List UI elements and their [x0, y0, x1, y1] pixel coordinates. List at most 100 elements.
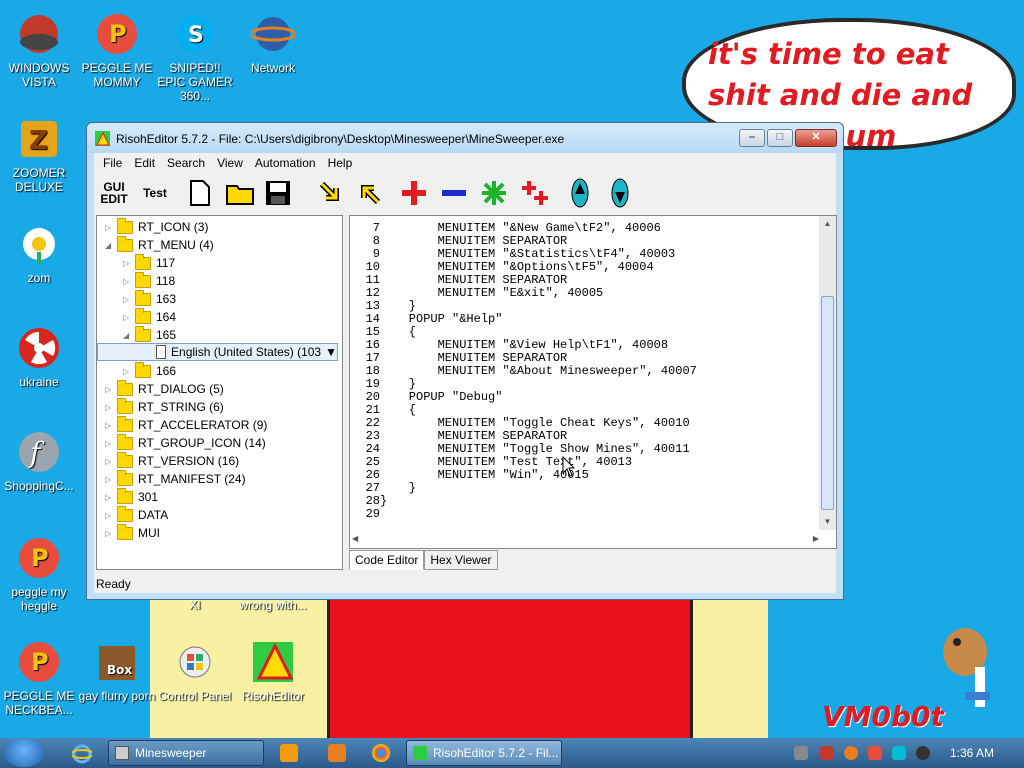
tray-icon-3[interactable]	[844, 746, 858, 760]
folder-icon	[117, 397, 133, 414]
desktop-icon-peggle-me-neckbeard[interactable]: P PEGGLE ME NECKBEA...	[0, 638, 78, 717]
desktop-icon-zom[interactable]: zom	[0, 220, 78, 285]
tree-item[interactable]: ▷ RT_VERSION (16)	[105, 451, 239, 470]
code-text: {	[380, 325, 417, 339]
app-icon[interactable]	[328, 744, 346, 762]
maximize-button[interactable]: □	[767, 129, 793, 147]
star-button[interactable]	[478, 177, 510, 209]
media-player-icon[interactable]	[280, 744, 298, 762]
horizontal-scrollbar[interactable]: ◀ ▶	[350, 531, 821, 548]
tree-item[interactable]: ▷ RT_ACCELERATOR (9)	[105, 415, 267, 434]
tree-item[interactable]: ▷ 118	[123, 271, 175, 290]
tree-item[interactable]: ▷ 163	[123, 289, 176, 308]
tree-item[interactable]: ▷ 166	[123, 361, 177, 380]
remove-button[interactable]	[438, 177, 470, 209]
tree-item[interactable]: ▷ RT_DIALOG (5)	[105, 379, 224, 398]
tray-icon-1[interactable]	[794, 746, 808, 760]
code-editor[interactable]: 7 MENUITEM "&New Game\tF2", 40006 8 MENUI…	[349, 215, 837, 549]
tree-item[interactable]: ▷ DATA	[105, 505, 169, 524]
arrow-up-button[interactable]	[354, 177, 384, 209]
desktop-icon-sniped[interactable]: S SNIPED!! EPIC GAMER 360...	[156, 10, 234, 103]
gui-edit-button[interactable]: GUI EDIT	[98, 177, 130, 209]
tab-code-editor[interactable]: Code Editor	[349, 550, 425, 570]
tab-hex-viewer[interactable]: Hex Viewer	[424, 550, 498, 570]
desktop-icon-label: XI	[189, 598, 201, 612]
mouse-cursor-icon	[562, 456, 576, 477]
menu-automation[interactable]: Automation	[249, 156, 322, 170]
tree-item[interactable]: ▷ RT_GROUP_ICON (14)	[105, 433, 266, 452]
tree-item-selected[interactable]: English (United States) (103 ▼	[97, 343, 338, 361]
tray-icon-5[interactable]	[892, 746, 906, 760]
status-text: Ready	[96, 577, 131, 591]
plus-icon	[402, 181, 426, 205]
scroll-down-icon[interactable]: ▼	[819, 514, 836, 530]
tree-item[interactable]: ▷ 117	[123, 253, 175, 272]
desktop-icon-ukraine[interactable]: ukraine	[0, 324, 78, 389]
desktop-icon-label: Network	[250, 61, 295, 75]
title-bar[interactable]: RisohEditor 5.7.2 - File: C:\Users\digib…	[87, 123, 843, 153]
new-file-button[interactable]	[186, 177, 214, 209]
tray-icon-2[interactable]	[820, 746, 834, 760]
desktop-icon-zoomer-deluxe[interactable]: Z ZOOMER DELUXE	[0, 115, 78, 194]
expand-arrow-icon: ▷	[123, 258, 130, 268]
desktop-icon-gay-flurry[interactable]: Box gay flurry porn	[78, 638, 156, 703]
scroll-right-icon[interactable]: ▶	[813, 534, 819, 543]
clock[interactable]: 1:36 AM	[950, 746, 994, 760]
taskbar-button-risoheditor[interactable]: RisohEditor 5.7.2 - Fil...	[406, 740, 562, 766]
plus-plus-button[interactable]	[518, 177, 552, 209]
control-panel-icon	[171, 638, 219, 686]
taskbar-button-minesweeper[interactable]: Minesweeper	[108, 740, 264, 766]
desktop-icon-shopping[interactable]: f ShoppingC...	[0, 428, 78, 493]
tree-item[interactable]: ◢ 165	[123, 325, 176, 344]
folder-icon	[117, 487, 133, 504]
folder-icon	[117, 217, 133, 234]
open-button[interactable]	[224, 177, 256, 209]
tree-item[interactable]: ▷ 164	[123, 307, 176, 326]
resource-tree[interactable]: ▷ RT_ICON (3) ◢ RT_MENU (4) ▷ 117 ▷ 118 ▷ 163…	[96, 215, 343, 570]
move-up-button[interactable]	[566, 177, 594, 209]
desktop-icon-control-panel[interactable]: Control Panel	[156, 638, 234, 703]
minimize-button[interactable]: ⎯	[739, 129, 765, 147]
start-button[interactable]	[4, 739, 44, 767]
scroll-up-icon[interactable]: ▲	[819, 216, 836, 232]
menu-edit[interactable]: Edit	[128, 156, 161, 170]
desktop-icon-peggle-my-heggle[interactable]: P peggle my heggle	[0, 534, 78, 613]
scroll-left-icon[interactable]: ◀	[352, 534, 358, 543]
menu-file[interactable]: File	[97, 156, 128, 170]
test-button[interactable]: Test	[138, 177, 172, 209]
tree-item[interactable]: ▷ RT_STRING (6)	[105, 397, 224, 416]
new-file-icon	[190, 180, 210, 206]
move-down-button[interactable]	[606, 177, 634, 209]
expand-arrow-icon: ▷	[123, 276, 130, 286]
tree-item[interactable]: ▷ RT_ICON (3)	[105, 217, 208, 236]
tree-item-label: DATA	[138, 508, 169, 522]
menu-view[interactable]: View	[211, 156, 249, 170]
tree-item-label: 166	[156, 364, 177, 378]
code-text: MENUITEM SEPARATOR	[380, 273, 568, 287]
tree-item[interactable]: ◢ RT_MENU (4)	[105, 235, 214, 254]
volume-icon[interactable]	[916, 746, 930, 760]
internet-explorer-icon[interactable]	[72, 744, 92, 764]
save-button[interactable]	[262, 177, 294, 209]
desktop-icon-network[interactable]: Network	[234, 10, 312, 75]
vertical-scrollbar[interactable]: ▲ ▼	[819, 216, 836, 530]
arrow-down-button[interactable]	[316, 177, 346, 209]
chrome-icon[interactable]	[372, 744, 390, 762]
desktop-icon-peggle-me-mommy[interactable]: P PEGGLE ME MOMMY	[78, 10, 156, 89]
desktop-icon-risoheditor[interactable]: RisohEditor	[234, 638, 312, 703]
tree-item[interactable]: ▷ 301	[105, 487, 158, 506]
desktop-icon-windows-vista[interactable]: WINDOWS VISTA	[0, 10, 78, 89]
dropdown-arrow-icon[interactable]: ▼	[325, 345, 337, 359]
add-button[interactable]	[398, 177, 430, 209]
tree-item[interactable]: ▷ MUI	[105, 523, 160, 542]
tree-item[interactable]: ▷ RT_MANIFEST (24)	[105, 469, 246, 488]
scrollbar-thumb[interactable]	[821, 296, 834, 510]
open-folder-icon	[226, 185, 254, 205]
close-button[interactable]: ✕	[795, 129, 837, 147]
menu-search[interactable]: Search	[161, 156, 211, 170]
save-icon	[266, 181, 290, 205]
tray-icon-4[interactable]	[868, 746, 882, 760]
menu-help[interactable]: Help	[322, 156, 359, 170]
folder-icon	[117, 235, 133, 252]
code-text: }	[380, 299, 417, 313]
